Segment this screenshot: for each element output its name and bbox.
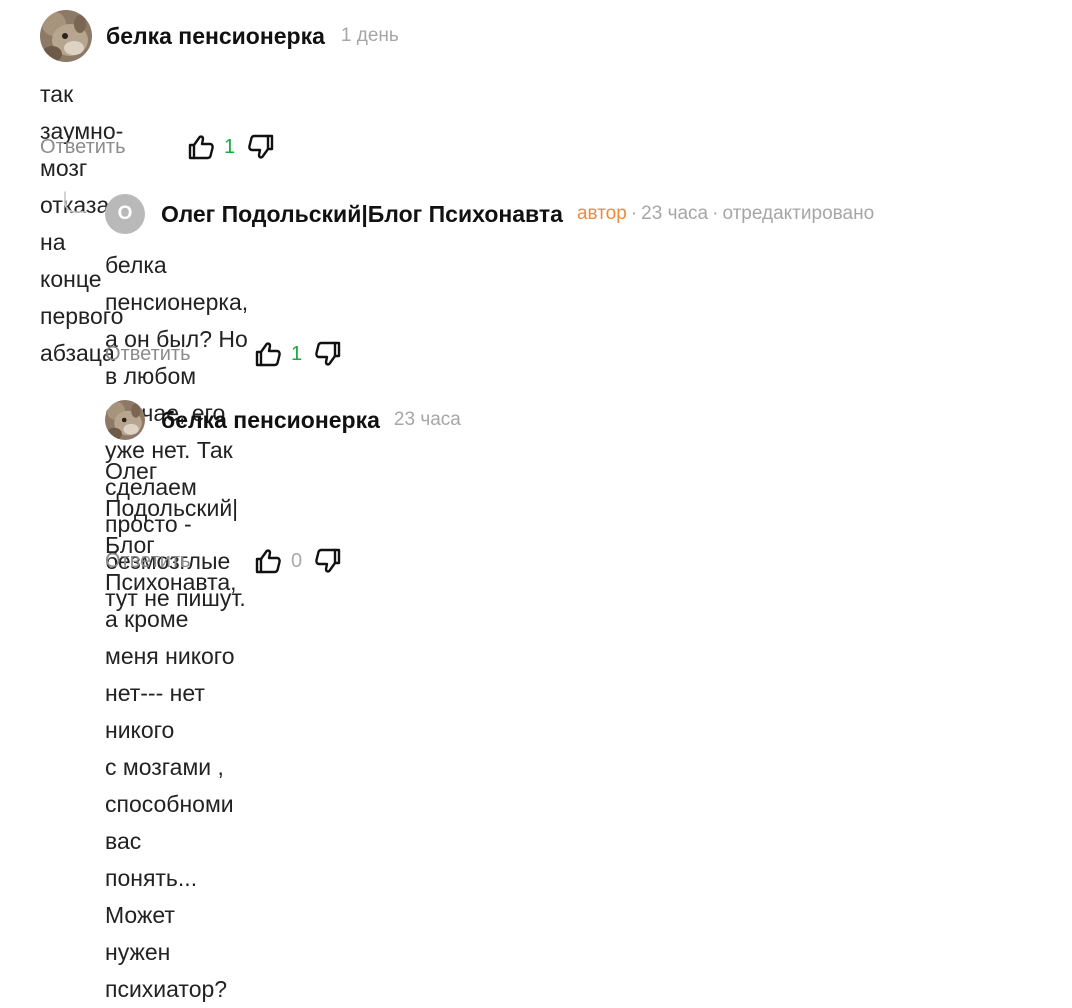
comment-actions: Ответить 1 — [40, 127, 276, 167]
comment-text-line: с мозгами , способноми вас понять... Мож… — [105, 754, 234, 1002]
comment-text-line: Олег Подольский|Блог Психонавта, а кроме… — [105, 458, 239, 743]
edited-label: отредактировано — [722, 203, 875, 224]
thumbs-down-icon[interactable] — [246, 132, 276, 162]
thumbs-up-icon[interactable] — [253, 546, 283, 576]
separator-dot: · — [630, 203, 638, 224]
reply-branch-icon — [64, 191, 87, 213]
avatar[interactable] — [40, 10, 92, 62]
thumbs-up-icon[interactable] — [253, 339, 283, 369]
timestamp: 1 день — [340, 25, 399, 46]
author-name[interactable]: Олег Подольский|Блог Психонавта — [161, 201, 563, 228]
timestamp: 23 часа — [641, 203, 709, 224]
avatar[interactable] — [105, 400, 145, 440]
thumbs-up-icon[interactable] — [186, 132, 216, 162]
timestamp: 23 часа — [393, 409, 461, 430]
separator-dot: · — [712, 203, 719, 224]
comment-actions: Ответить 1 — [105, 334, 343, 374]
reply-button[interactable]: Ответить — [40, 136, 126, 159]
like-count: 0 — [290, 549, 303, 572]
like-count: 1 — [223, 135, 236, 158]
comment-header: белка пенсионерка 1 день — [40, 10, 399, 62]
author-name[interactable]: белка пенсионерка — [106, 23, 325, 50]
author-name[interactable]: белка пенсионерка — [161, 407, 380, 434]
thumbs-down-icon[interactable] — [313, 339, 343, 369]
reply-button[interactable]: Ответить — [105, 550, 191, 573]
thumbs-down-icon[interactable] — [313, 546, 343, 576]
comment-header: белка пенсионерка 23 часа — [105, 400, 461, 440]
author-badge: автор — [576, 203, 627, 224]
comment-header: О Олег Подольский|Блог Психонавта автор … — [105, 194, 874, 234]
avatar[interactable]: О — [105, 194, 145, 234]
like-count: 1 — [290, 342, 303, 365]
reply-button[interactable]: Ответить — [105, 343, 191, 366]
comment-actions: Ответить 0 — [105, 541, 343, 581]
comment-text: Олег Подольский|Блог Психонавта, а кроме… — [105, 453, 238, 1008]
